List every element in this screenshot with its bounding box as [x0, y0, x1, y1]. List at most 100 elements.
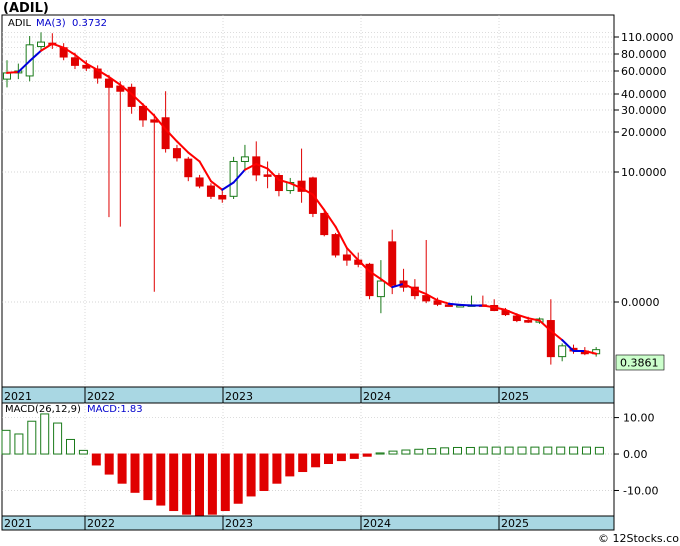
price-ytick-label: 110.0000	[621, 31, 674, 44]
macd-bar-negative	[349, 453, 359, 459]
macd-xtick-label: 2022	[87, 517, 115, 530]
price-xtick-label: 2021	[4, 390, 32, 403]
macd-bar-negative	[117, 453, 127, 484]
candle-down	[444, 304, 453, 307]
macd-bar-negative	[336, 453, 346, 462]
price-legend-ma-value: 0.3732	[72, 18, 107, 29]
macd-ytick-label: -10.00	[623, 484, 658, 497]
macd-bar-positive	[465, 446, 475, 455]
macd-xtick-label: 2024	[363, 517, 391, 530]
macd-bar-positive	[543, 446, 553, 455]
chart-title: (ADIL)	[3, 1, 49, 16]
macd-bar-negative	[246, 453, 256, 497]
macd-bar-positive	[440, 447, 450, 455]
candle-down	[546, 320, 555, 358]
price-legend-symbol: ADIL	[8, 18, 31, 29]
price-xtick-label: 2022	[87, 390, 115, 403]
ma3-line-segment	[6, 70, 20, 74]
candle-down	[263, 174, 272, 177]
macd-bar-positive	[491, 446, 501, 455]
macd-bar-negative	[285, 453, 295, 477]
ma3-line-segment	[459, 303, 473, 307]
macd-legend-label: MACD(26,12,9)	[5, 404, 81, 415]
price-ytick-label: 40.0000	[621, 88, 667, 101]
macd-bar-positive	[14, 433, 24, 455]
macd-bar-positive	[66, 438, 75, 455]
macd-bar-positive	[530, 446, 540, 455]
price-ytick-label: 80.0000	[621, 48, 667, 61]
price-ytick-label: 0.0000	[621, 296, 660, 309]
macd-bar-positive	[414, 448, 424, 455]
macd-bar-negative	[259, 453, 269, 491]
macd-legend-value: MACD:1.83	[87, 404, 143, 415]
macd-bar-positive	[453, 446, 462, 455]
macd-bar-positive	[582, 446, 591, 455]
candle-down	[218, 194, 227, 200]
macd-ytick-label: 0.00	[623, 448, 648, 461]
price-ytick-label: 20.0000	[621, 126, 667, 139]
macd-bar-negative	[324, 453, 333, 465]
macd-panel: MACD(26,12,9) MACD:1.83 10.000.00-10.00 …	[1, 402, 658, 531]
price-ytick-label: 30.0000	[621, 104, 667, 117]
candle-down	[524, 320, 533, 323]
macd-bar-negative	[207, 453, 217, 515]
macd-ytick-label: 10.00	[623, 412, 655, 425]
macd-bar-negative	[362, 453, 372, 457]
macd-bar-negative	[195, 453, 204, 517]
macd-bar-positive	[401, 449, 411, 455]
candle-down	[206, 185, 215, 197]
macd-xtick-label: 2021	[4, 517, 32, 530]
candle-down	[320, 212, 329, 236]
macd-bar-negative	[104, 453, 114, 475]
macd-bar-positive	[569, 446, 579, 455]
candle-down	[104, 78, 113, 88]
macd-bar-positive	[594, 446, 604, 455]
macd-bar-negative	[130, 453, 140, 493]
candle-down	[331, 234, 340, 256]
macd-bar-positive	[517, 446, 527, 455]
macd-bar-positive	[556, 446, 566, 455]
candle-up	[240, 156, 249, 162]
price-panel: ADIL MA(3) 0.3732 110.0000 80.0000 60.0000…	[1, 14, 674, 404]
candle-down	[342, 254, 351, 261]
macd-bar-positive	[427, 448, 437, 455]
macd-bar-positive	[375, 452, 385, 455]
macd-bar-negative	[143, 453, 153, 501]
price-xtick-label: 2024	[363, 390, 391, 403]
candle-up	[558, 345, 567, 358]
macd-bar-negative	[272, 453, 282, 484]
macd-bar-negative	[311, 453, 321, 468]
ma3-line-segment	[447, 302, 462, 306]
candle-down	[512, 315, 521, 322]
price-legend-ma-label: MA(3)	[36, 18, 66, 29]
candle-down	[70, 57, 79, 66]
macd-bar-positive	[78, 449, 88, 455]
candle-up	[36, 41, 45, 48]
price-ytick-label: 10.0000	[621, 166, 667, 179]
candle-up	[376, 280, 385, 298]
candle-down	[388, 241, 397, 286]
macd-bar-positive	[478, 446, 488, 455]
stock-chart: (ADIL) ADIL MA(3) 0.3732 110.0000 80.0000…	[1, 1, 680, 545]
macd-bar-positive	[40, 413, 50, 455]
candle-down	[172, 148, 181, 159]
macd-bar-negative	[233, 453, 243, 504]
candle-down	[184, 158, 193, 178]
price-ytick-label: 60.0000	[621, 65, 667, 78]
macd-xtick-label: 2025	[501, 517, 529, 530]
copyright-label: © 12Stocks.com	[598, 532, 680, 545]
macd-bar-positive	[1, 429, 11, 455]
price-xtick-label: 2025	[501, 390, 529, 403]
macd-bar-positive	[504, 446, 514, 455]
macd-bar-negative	[298, 453, 308, 473]
macd-bar-negative	[169, 453, 179, 512]
macd-bar-negative	[156, 453, 166, 506]
macd-bar-positive	[53, 422, 63, 455]
last-price-label: 0.3861	[620, 357, 659, 370]
macd-bar-positive	[388, 450, 398, 455]
macd-bar-negative	[91, 453, 101, 466]
price-xtick-label: 2023	[225, 390, 253, 403]
macd-bar-positive	[27, 420, 37, 455]
candle-down	[195, 177, 204, 187]
macd-bar-negative	[182, 453, 192, 515]
